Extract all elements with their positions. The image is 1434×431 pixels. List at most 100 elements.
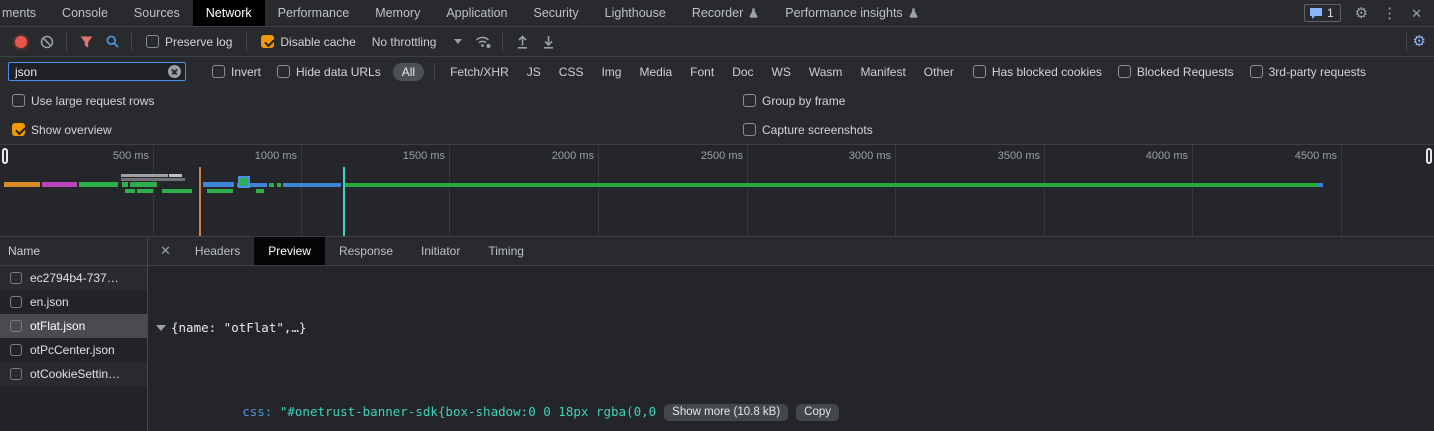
record-icon: [15, 36, 27, 48]
checkbox-unchecked[interactable]: [10, 272, 22, 284]
request-row-selected[interactable]: otFlat.json: [0, 314, 147, 338]
request-row[interactable]: otCookieSettin…: [0, 362, 147, 386]
tab-console[interactable]: Console: [49, 0, 121, 26]
checkbox-unchecked: [12, 94, 25, 107]
filter-input[interactable]: [15, 65, 168, 79]
request-row[interactable]: otPcCenter.json: [0, 338, 147, 362]
overview-request-bar: [345, 183, 1318, 187]
divider: [502, 33, 503, 51]
checkbox-unchecked[interactable]: [10, 296, 22, 308]
checkbox-unchecked: [743, 123, 756, 136]
copy-button[interactable]: Copy: [796, 404, 839, 421]
invert-checkbox[interactable]: Invert: [212, 65, 261, 79]
chevron-down-icon: [454, 39, 462, 44]
hide-data-urls-checkbox[interactable]: Hide data URLs: [277, 65, 381, 79]
filter-type-all[interactable]: All: [393, 63, 424, 81]
capture-screenshots-checkbox[interactable]: Capture screenshots: [743, 123, 873, 137]
request-row[interactable]: en.json: [0, 290, 147, 314]
overview-tick-label: 1000 ms: [217, 150, 297, 162]
overview-left-grip[interactable]: [2, 148, 8, 164]
overview-request-bar: [4, 182, 40, 187]
show-more-button[interactable]: Show more (10.8 kB): [664, 404, 788, 421]
overview-tick-label: 2500 ms: [663, 150, 743, 162]
tab-response[interactable]: Response: [325, 237, 407, 265]
checkbox-unchecked: [973, 65, 986, 78]
request-row[interactable]: ec2794b4-737…: [0, 266, 147, 290]
close-detail-icon[interactable]: ✕: [148, 237, 181, 265]
clear-icon: [40, 35, 54, 49]
record-network-log-button[interactable]: [8, 30, 34, 54]
name-column-header[interactable]: Name: [0, 237, 147, 266]
use-large-request-rows-checkbox[interactable]: Use large request rows: [12, 94, 154, 108]
tab-performance-insights[interactable]: Performance insights: [772, 0, 931, 26]
filter-type-img[interactable]: Img: [592, 65, 630, 79]
disable-cache-checkbox[interactable]: Disable cache: [261, 35, 355, 49]
filter-type-manifest[interactable]: Manifest: [851, 65, 914, 79]
overview-tick-label: 4000 ms: [1108, 150, 1188, 162]
filter-type-doc[interactable]: Doc: [723, 65, 762, 79]
filter-type-js[interactable]: JS: [518, 65, 550, 79]
filter-type-fetch-xhr[interactable]: Fetch/XHR: [441, 65, 518, 79]
tab-timing[interactable]: Timing: [474, 237, 538, 265]
search-button[interactable]: [99, 30, 125, 54]
expander-icon[interactable]: [156, 325, 166, 331]
tab-recorder[interactable]: Recorder: [679, 0, 772, 26]
show-overview-checkbox[interactable]: Show overview: [12, 123, 112, 137]
close-devtools-icon[interactable]: ✕: [1411, 7, 1422, 20]
export-har-button[interactable]: [535, 30, 561, 54]
flask-icon: [908, 7, 919, 19]
filter-type-wasm[interactable]: Wasm: [800, 65, 852, 79]
overview-request-bar: [125, 189, 135, 193]
checkbox-unchecked: [146, 35, 159, 48]
overview-waterfall[interactable]: 500 ms1000 ms1500 ms2000 ms2500 ms3000 m…: [0, 144, 1434, 237]
throttling-dropdown[interactable]: No throttling: [372, 35, 463, 49]
tab-performance[interactable]: Performance: [265, 0, 363, 26]
filter-type-media[interactable]: Media: [630, 65, 681, 79]
network-settings-gear-icon[interactable]: ⚙: [1413, 34, 1426, 49]
network-filter-bar: Invert Hide data URLs All Fetch/XHR JS C…: [0, 57, 1434, 86]
filter-type-css[interactable]: CSS: [550, 65, 593, 79]
overview-request-bar: [42, 182, 77, 187]
filter-type-other[interactable]: Other: [915, 65, 963, 79]
import-har-button[interactable]: [509, 30, 535, 54]
filter-type-ws[interactable]: WS: [763, 65, 800, 79]
checkbox-unchecked[interactable]: [10, 320, 22, 332]
tab-elements-truncated[interactable]: ments: [0, 0, 49, 26]
tab-lighthouse[interactable]: Lighthouse: [592, 0, 679, 26]
overview-request-bar: [256, 189, 264, 193]
tab-sources[interactable]: Sources: [121, 0, 193, 26]
filter-toggle-button[interactable]: [73, 30, 99, 54]
tab-application[interactable]: Application: [433, 0, 520, 26]
tab-headers[interactable]: Headers: [181, 237, 254, 265]
tab-network[interactable]: Network: [193, 0, 265, 26]
overview-event-line: [343, 167, 345, 236]
tab-security[interactable]: Security: [521, 0, 592, 26]
clear-network-log-button[interactable]: [34, 30, 60, 54]
filter-type-font[interactable]: Font: [681, 65, 723, 79]
tab-preview[interactable]: Preview: [254, 237, 325, 265]
message-count: 1: [1327, 6, 1334, 20]
tab-memory[interactable]: Memory: [362, 0, 433, 26]
clear-filter-icon[interactable]: [168, 65, 181, 78]
devtools-settings-gear-icon[interactable]: ⚙: [1355, 6, 1368, 21]
group-by-frame-checkbox[interactable]: Group by frame: [743, 94, 845, 108]
overview-request-bar: [277, 183, 281, 187]
json-property-css[interactable]: css: "#onetrust-banner-sdk{box-shadow:0 …: [182, 380, 1434, 431]
network-bottom-split: Name ec2794b4-737… en.json otFlat.json o…: [0, 237, 1434, 431]
issues-message-badge[interactable]: 1: [1304, 4, 1341, 22]
detail-tab-bar: ✕ Headers Preview Response Initiator Tim…: [148, 237, 1434, 266]
third-party-requests-checkbox[interactable]: 3rd-party requests: [1250, 65, 1366, 79]
tab-initiator[interactable]: Initiator: [407, 237, 474, 265]
divider: [131, 33, 132, 51]
overview-request-bar: [1318, 183, 1323, 187]
overview-request-bar: [283, 183, 341, 187]
more-options-icon[interactable]: ⋮: [1382, 6, 1397, 21]
overview-right-grip[interactable]: [1426, 148, 1432, 164]
checkbox-unchecked[interactable]: [10, 368, 22, 380]
has-blocked-cookies-checkbox[interactable]: Has blocked cookies: [973, 65, 1102, 79]
checkbox-unchecked[interactable]: [10, 344, 22, 356]
json-root-node[interactable]: {name: "otFlat",…}: [148, 317, 1434, 338]
preserve-log-checkbox[interactable]: Preserve log: [146, 35, 232, 49]
network-conditions-button[interactable]: [470, 30, 496, 54]
blocked-requests-checkbox[interactable]: Blocked Requests: [1118, 65, 1234, 79]
